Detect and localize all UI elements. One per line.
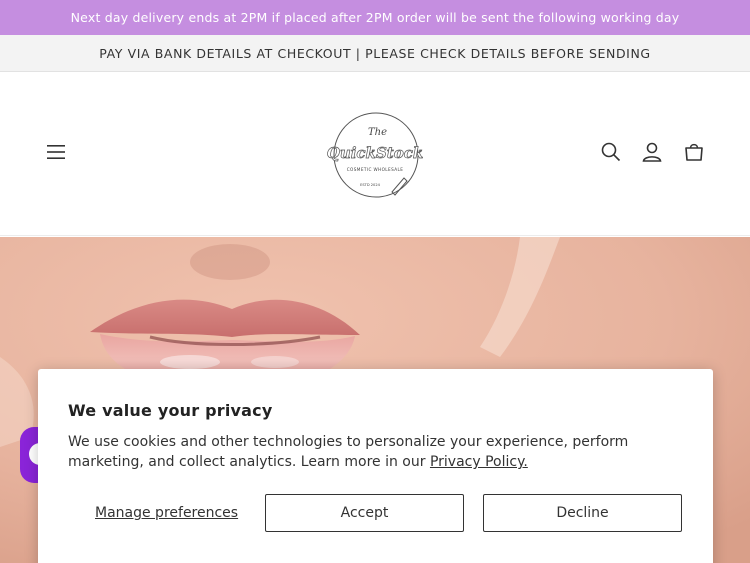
account-button[interactable] — [638, 138, 666, 166]
announcement-bar: Next day delivery ends at 2PM if placed … — [0, 0, 750, 35]
privacy-policy-link[interactable]: Privacy Policy. — [430, 454, 528, 470]
menu-button[interactable] — [42, 138, 70, 166]
cart-icon — [685, 143, 703, 161]
privacy-body-text: We use cookies and other technologies to… — [68, 434, 629, 470]
site-header: The QuickStock COSMETIC WHOLESALE ESTD 2… — [0, 72, 750, 236]
cart-button[interactable] — [680, 138, 708, 166]
privacy-consent-banner: We value your privacy We use cookies and… — [38, 369, 713, 563]
menu-icon — [47, 145, 65, 159]
decline-button[interactable]: Decline — [483, 494, 682, 532]
notice-text: PAY VIA BANK DETAILS AT CHECKOUT | PLEAS… — [99, 45, 651, 61]
consent-actions: Manage preferences Accept Decline — [38, 494, 713, 532]
announcement-text: Next day delivery ends at 2PM if placed … — [70, 10, 680, 25]
privacy-title: We value your privacy — [68, 401, 273, 420]
search-icon — [601, 142, 621, 162]
manage-preferences-link[interactable]: Manage preferences — [95, 494, 238, 532]
svg-text:The: The — [368, 127, 387, 138]
svg-text:ESTD 2024: ESTD 2024 — [360, 183, 381, 187]
svg-text:QuickStock: QuickStock — [327, 144, 424, 162]
notice-bar: PAY VIA BANK DETAILS AT CHECKOUT | PLEAS… — [0, 35, 750, 72]
account-icon — [642, 142, 662, 162]
privacy-body: We use cookies and other technologies to… — [68, 432, 683, 472]
site-logo[interactable]: The QuickStock COSMETIC WHOLESALE ESTD 2… — [324, 108, 426, 200]
svg-text:COSMETIC WHOLESALE: COSMETIC WHOLESALE — [347, 167, 404, 172]
accept-button[interactable]: Accept — [265, 494, 464, 532]
search-button[interactable] — [597, 138, 625, 166]
